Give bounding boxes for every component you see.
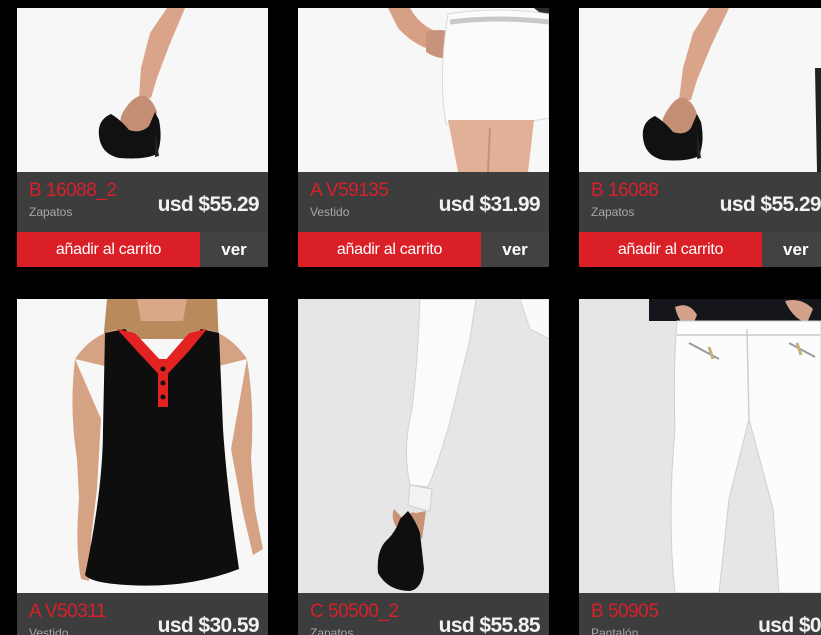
product-actions: añadir al carrito ver [17, 232, 268, 267]
product-price: usd $31.99 [438, 193, 541, 216]
product-image-skirt[interactable] [298, 8, 549, 172]
view-button[interactable]: ver [200, 232, 268, 267]
product-price: usd $55.85 [438, 614, 541, 635]
product-card: B 50905 Pantalón usd $0 [579, 299, 821, 635]
product-code[interactable]: B 50905 [591, 601, 659, 623]
product-card: A V59135 Vestido usd $31.99 añadir al ca… [298, 8, 549, 267]
product-card: A V50311 Vestido usd $30.59 [17, 299, 268, 635]
product-image-pants[interactable] [298, 299, 549, 593]
product-code[interactable]: A V50311 [29, 601, 107, 623]
product-image-shoe[interactable] [579, 8, 821, 172]
product-price: usd $55.29 [719, 193, 821, 216]
product-code[interactable]: B 16088_2 [29, 180, 117, 202]
product-category: Zapatos [591, 205, 635, 219]
product-card: C 50500_2 Zapatos usd $55.85 [298, 299, 549, 635]
product-actions: añadir al carrito ver [579, 232, 821, 267]
product-category: Zapatos [29, 205, 73, 219]
product-category: Vestido [29, 626, 69, 635]
product-price: usd $55.29 [157, 193, 260, 216]
product-info: A V59135 Vestido usd $31.99 [298, 172, 549, 232]
product-info: B 16088 Zapatos usd $55.29 [579, 172, 821, 232]
product-info: C 50500_2 Zapatos usd $55.85 [298, 593, 549, 635]
add-to-cart-button[interactable]: añadir al carrito [17, 232, 200, 267]
product-code[interactable]: B 16088 [591, 180, 659, 202]
product-price: usd $30.59 [157, 614, 260, 635]
product-info: B 50905 Pantalón usd $0 [579, 593, 821, 635]
product-category: Pantalón [591, 626, 639, 635]
product-price: usd $0 [758, 614, 821, 635]
product-image-trousers[interactable] [579, 299, 821, 593]
product-category: Zapatos [310, 626, 354, 635]
product-card: B 16088 Zapatos usd $55.29 añadir al car… [579, 8, 821, 267]
product-actions: añadir al carrito ver [298, 232, 549, 267]
product-category: Vestido [310, 205, 350, 219]
product-image-dress[interactable] [17, 299, 268, 593]
product-image-shoe[interactable] [17, 8, 268, 172]
product-info: B 16088_2 Zapatos usd $55.29 [17, 172, 268, 232]
view-button[interactable]: ver [762, 232, 821, 267]
product-code[interactable]: A V59135 [310, 180, 389, 202]
product-code[interactable]: C 50500_2 [310, 601, 399, 623]
product-card: B 16088_2 Zapatos usd $55.29 añadir al c… [17, 8, 268, 267]
add-to-cart-button[interactable]: añadir al carrito [579, 232, 762, 267]
product-info: A V50311 Vestido usd $30.59 [17, 593, 268, 635]
add-to-cart-button[interactable]: añadir al carrito [298, 232, 481, 267]
view-button[interactable]: ver [481, 232, 549, 267]
